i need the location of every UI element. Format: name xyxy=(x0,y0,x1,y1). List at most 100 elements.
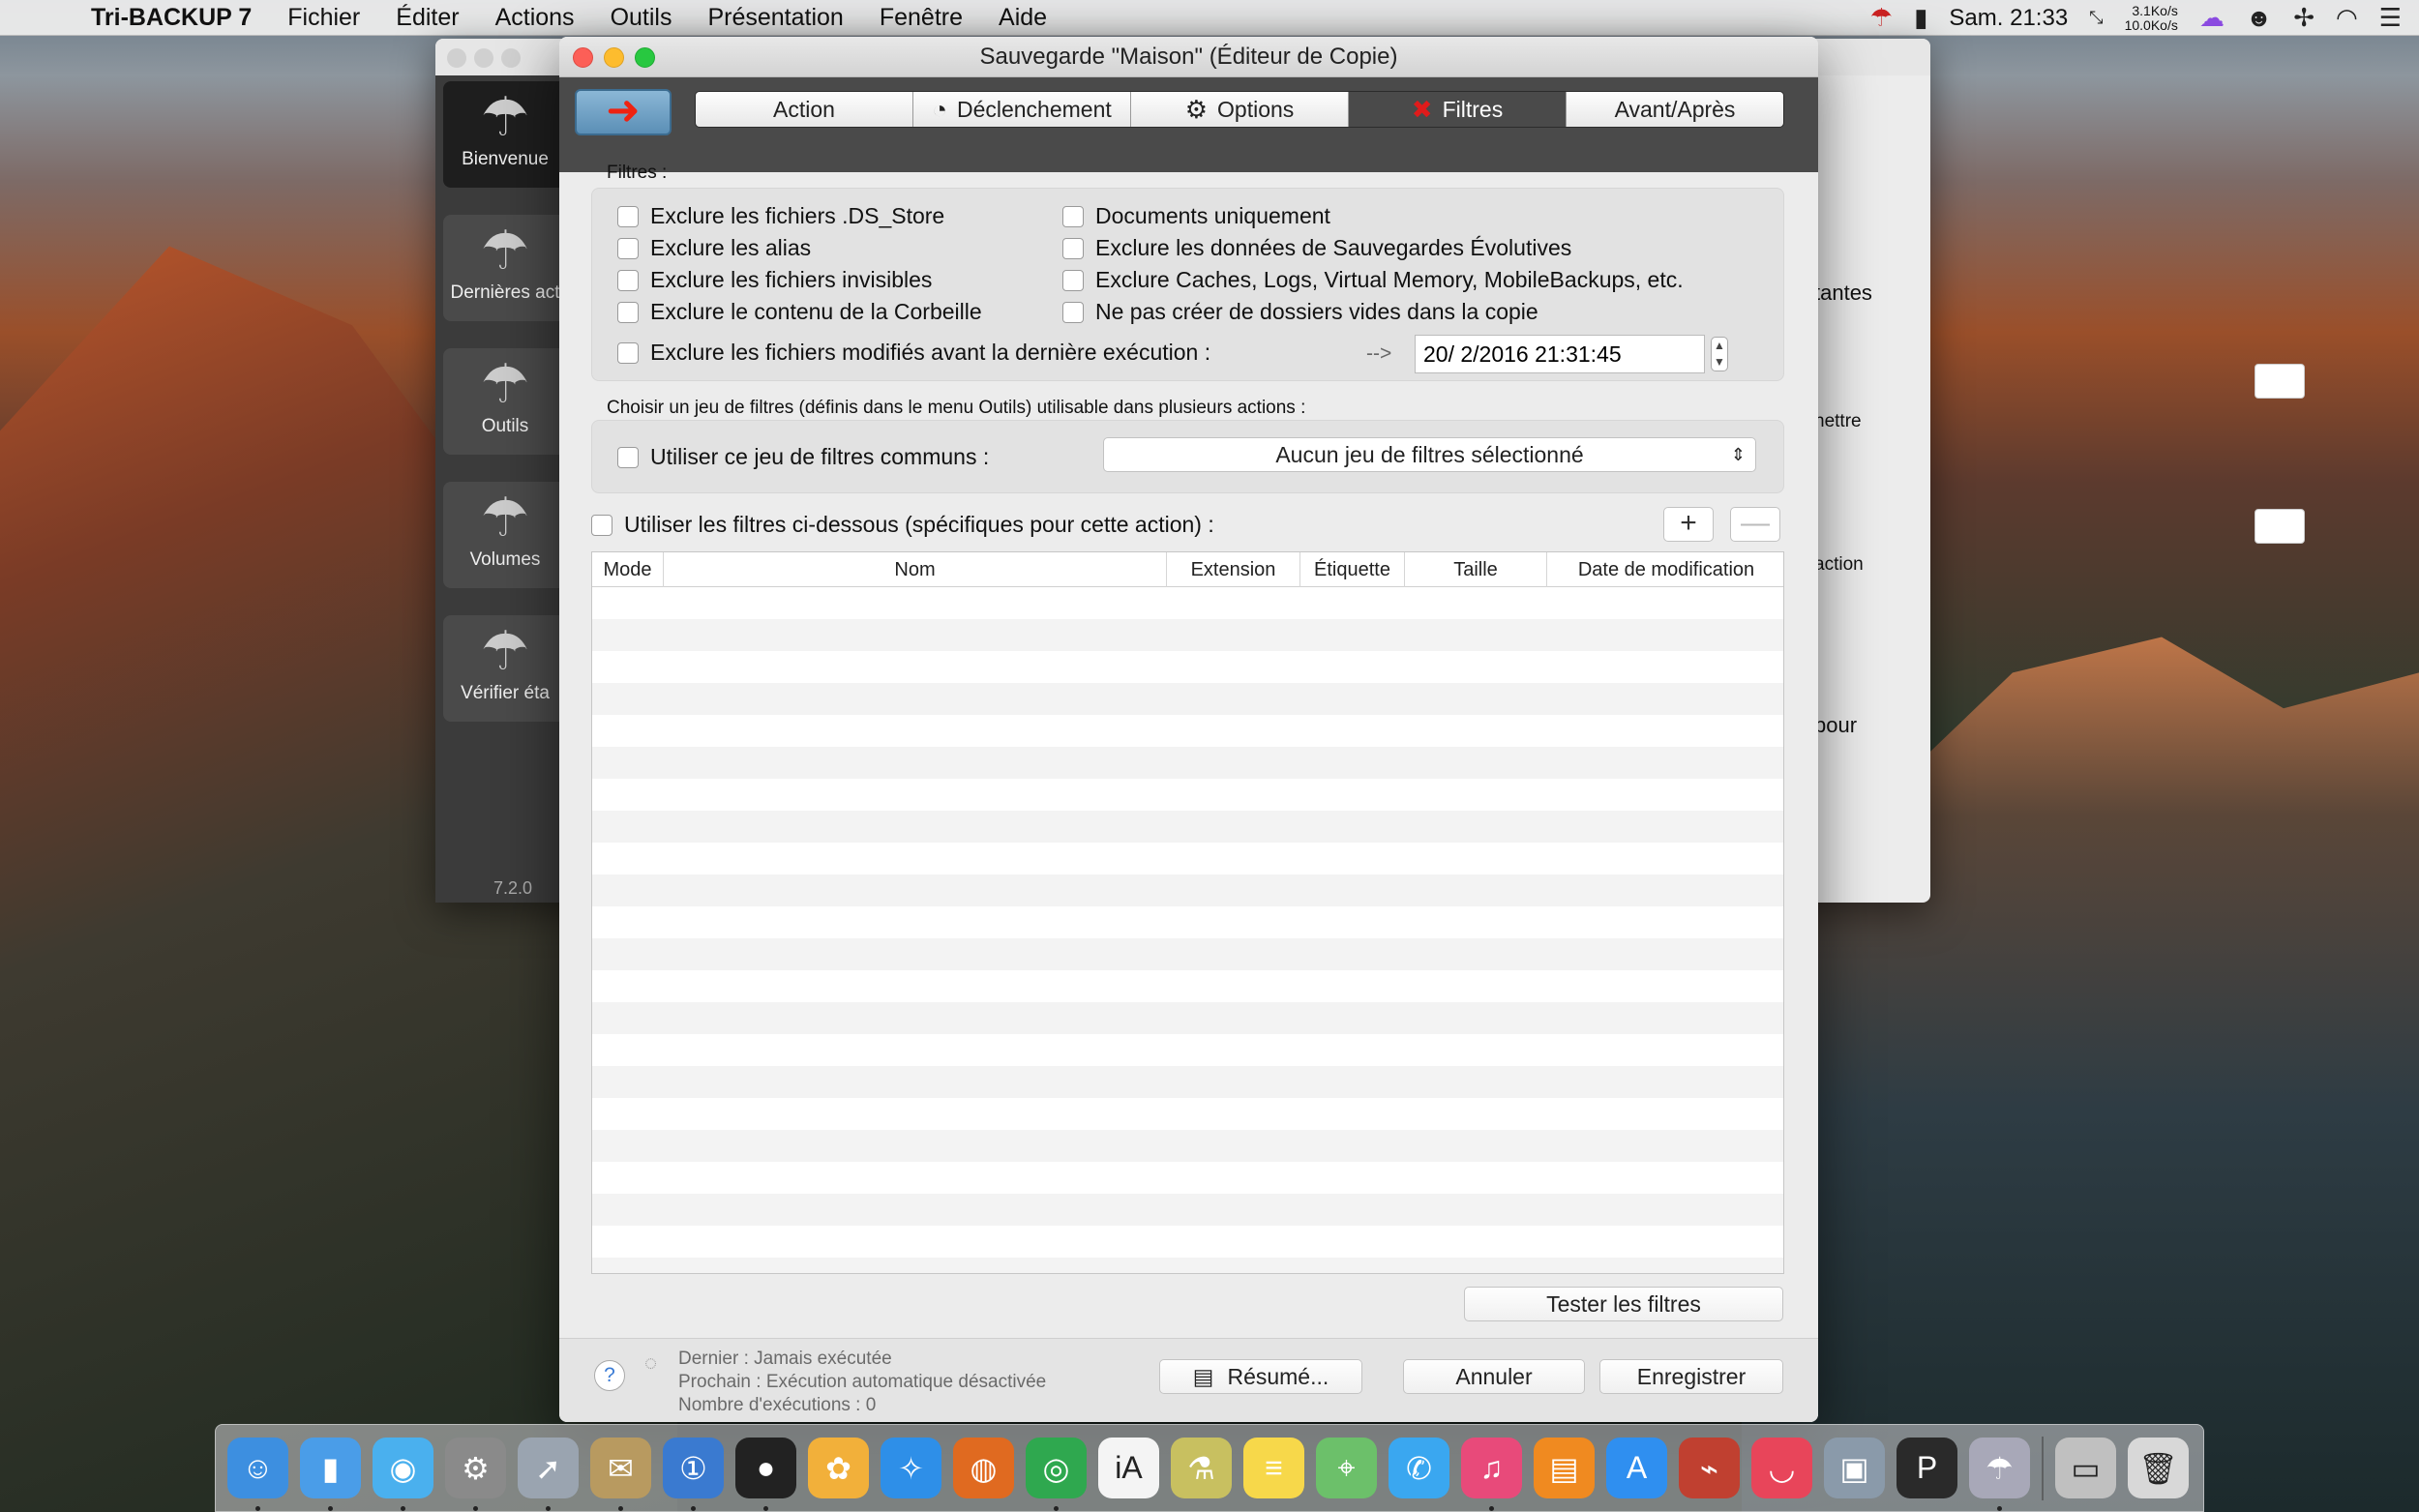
creative-cloud-icon[interactable]: ☁ xyxy=(2199,3,2225,33)
tab-avant-apres[interactable]: Avant/Après xyxy=(1567,92,1783,127)
pinwheel-icon[interactable]: ✢ xyxy=(2293,3,2314,33)
menu-app-name[interactable]: Tri-BACKUP 7 xyxy=(91,4,252,32)
checkbox-evolutives[interactable]: Exclure les données de Sauvegardes Évolu… xyxy=(1062,235,1571,261)
checkbox-caches[interactable]: Exclure Caches, Logs, Virtual Memory, Mo… xyxy=(1062,267,1684,293)
summary-button[interactable]: ▤ Résumé... xyxy=(1159,1359,1362,1394)
checkbox-square[interactable] xyxy=(617,237,639,259)
app-store-icon[interactable]: A xyxy=(1606,1438,1667,1498)
ibooks-icon[interactable]: ▤ xyxy=(1534,1438,1595,1498)
date-field[interactable]: 20/ 2/2016 21:31:45 xyxy=(1415,335,1705,373)
checkbox-square[interactable] xyxy=(1062,205,1084,227)
image-capture-icon[interactable]: ▣ xyxy=(1824,1438,1885,1498)
tab-declenchement[interactable]: ◔ Déclenchement xyxy=(913,92,1131,127)
checkbox-square[interactable] xyxy=(1062,237,1084,259)
column-etiquette[interactable]: Étiquette xyxy=(1300,552,1405,587)
zoom-button[interactable] xyxy=(635,47,655,68)
help-button[interactable]: ? xyxy=(594,1360,625,1391)
column-mode[interactable]: Mode xyxy=(592,552,664,587)
trash-icon[interactable]: 🗑 xyxy=(2128,1438,2189,1498)
tab-filtres[interactable]: ✖ Filtres xyxy=(1349,92,1567,127)
photos-icon[interactable]: ✿ xyxy=(808,1438,869,1498)
maps-icon[interactable]: ⌖ xyxy=(1316,1438,1377,1498)
checkbox-square[interactable] xyxy=(1062,301,1084,323)
menu-fenetre[interactable]: Fenêtre xyxy=(880,4,963,32)
sidebar-item-dernieres[interactable]: ☂ Dernières act xyxy=(443,215,567,321)
menu-presentation[interactable]: Présentation xyxy=(707,4,843,32)
sidebar-item-volumes[interactable]: ☂ Volumes xyxy=(443,482,567,588)
bookmark-icon[interactable]: ▮ xyxy=(1914,3,1927,33)
tri-backup-icon[interactable]: ☂ xyxy=(1969,1438,2030,1511)
back-field-1[interactable] xyxy=(2255,364,2305,399)
pro-app-icon[interactable]: P xyxy=(1896,1438,1957,1498)
checkbox-square[interactable] xyxy=(591,514,612,536)
checkbox-square[interactable] xyxy=(617,341,639,364)
mail-stamp-icon[interactable]: ✉ xyxy=(590,1438,651,1511)
column-extension[interactable]: Extension xyxy=(1167,552,1300,587)
system-preferences-icon[interactable]: ⚙ xyxy=(445,1438,506,1511)
checkbox-dossiers-vides[interactable]: Ne pas créer de dossiers vides dans la c… xyxy=(1062,299,1538,325)
back-field-2[interactable] xyxy=(2255,509,2305,544)
date-stepper[interactable]: ▲ ▼ xyxy=(1711,337,1728,371)
checkbox-square[interactable] xyxy=(617,269,639,291)
checkbox-square[interactable] xyxy=(617,446,639,468)
resize-icon[interactable]: ⤡ xyxy=(2089,8,2103,28)
menu-actions[interactable]: Actions xyxy=(495,4,575,32)
minimize-button[interactable] xyxy=(604,47,624,68)
clock[interactable]: Sam. 21:33 xyxy=(1949,5,2068,32)
preview-icon[interactable]: ▮ xyxy=(300,1438,361,1511)
filterset-popup[interactable]: Aucun jeu de filtres sélectionné ⇕ xyxy=(1103,437,1756,472)
filters-table[interactable]: Mode Nom Extension Étiquette Taille Date… xyxy=(591,551,1784,1274)
checkbox-filterset[interactable]: Utiliser ce jeu de filtres communs : xyxy=(617,444,989,470)
user-icon[interactable]: ☻ xyxy=(2246,3,2272,33)
itunes-icon[interactable]: ♫ xyxy=(1461,1438,1522,1511)
table-rows[interactable] xyxy=(592,587,1783,1273)
remove-filter-button[interactable]: — xyxy=(1730,507,1780,542)
checkbox-square[interactable] xyxy=(617,205,639,227)
tab-options[interactable]: ⚙ Options xyxy=(1131,92,1349,127)
ia-writer-icon[interactable]: iA xyxy=(1098,1438,1159,1498)
save-button[interactable]: Enregistrer xyxy=(1599,1359,1783,1394)
sidebar-item-verifier[interactable]: ☂ Vérifier éta xyxy=(443,615,567,722)
messages-icon[interactable]: ✆ xyxy=(1389,1438,1449,1498)
flask-icon[interactable]: ⚗ xyxy=(1171,1438,1232,1498)
camera-icon[interactable]: ● xyxy=(735,1438,796,1511)
pocket-icon[interactable]: ◡ xyxy=(1751,1438,1812,1498)
onepassword-icon[interactable]: ① xyxy=(663,1438,724,1511)
checkbox-ds-store[interactable]: Exclure les fichiers .DS_Store xyxy=(617,203,944,229)
checkbox-specific-filters[interactable]: Utiliser les filtres ci-dessous (spécifi… xyxy=(591,512,1214,538)
sidebar-item-outils[interactable]: ☂ Outils xyxy=(443,348,567,455)
checkbox-invisibles[interactable]: Exclure les fichiers invisibles xyxy=(617,267,932,293)
safari-icon[interactable]: ✧ xyxy=(881,1438,941,1498)
sidebar-item-bienvenue[interactable]: ☂ Bienvenue xyxy=(443,81,567,188)
scanner-icon[interactable]: ⌁ xyxy=(1679,1438,1740,1498)
tri-backup-menu-icon[interactable]: ☂ xyxy=(1870,3,1893,33)
wifi-icon[interactable]: ◠ xyxy=(2336,3,2358,33)
checkbox-corbeille[interactable]: Exclure le contenu de la Corbeille xyxy=(617,299,982,325)
tweetbot-icon[interactable]: ◉ xyxy=(373,1438,433,1511)
launchpad-icon[interactable]: ➚ xyxy=(518,1438,579,1511)
notes-icon[interactable]: ≡ xyxy=(1243,1438,1304,1498)
column-date-modification[interactable]: Date de modification xyxy=(1547,552,1783,587)
tab-action[interactable]: Action xyxy=(696,92,913,127)
column-taille[interactable]: Taille xyxy=(1405,552,1547,587)
close-button[interactable] xyxy=(573,47,593,68)
notification-list-icon[interactable]: ☰ xyxy=(2379,3,2402,33)
column-nom[interactable]: Nom xyxy=(664,552,1167,587)
menu-editer[interactable]: Éditer xyxy=(396,4,459,32)
checkbox-documents[interactable]: Documents uniquement xyxy=(1062,203,1330,229)
back-zoom-button[interactable] xyxy=(501,48,521,68)
drawer-icon[interactable]: ▭ xyxy=(2055,1438,2116,1498)
back-close-button[interactable] xyxy=(447,48,466,68)
firefox-icon[interactable]: ◍ xyxy=(953,1438,1014,1498)
add-filter-button[interactable]: + xyxy=(1663,507,1714,542)
checkbox-alias[interactable]: Exclure les alias xyxy=(617,235,811,261)
checkbox-square[interactable] xyxy=(1062,269,1084,291)
menu-outils[interactable]: Outils xyxy=(611,4,672,32)
network-monitor[interactable]: 3.1Ko/s 10.0Ko/s xyxy=(2125,3,2178,33)
cancel-button[interactable]: Annuler xyxy=(1403,1359,1585,1394)
finder-icon[interactable]: ☺ xyxy=(227,1438,288,1511)
menu-aide[interactable]: Aide xyxy=(999,4,1047,32)
menu-fichier[interactable]: Fichier xyxy=(287,4,360,32)
test-filters-button[interactable]: Tester les filtres xyxy=(1464,1287,1783,1321)
checkbox-modified-before[interactable]: Exclure les fichiers modifiés avant la d… xyxy=(617,340,1210,366)
